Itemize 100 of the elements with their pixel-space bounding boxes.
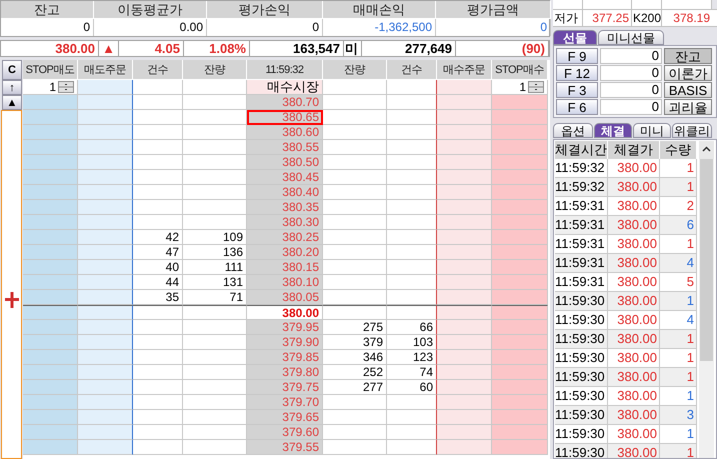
table-cell: 74 [387, 365, 437, 380]
price-cell[interactable]: 379.80 [247, 365, 323, 380]
table-cell: 380.00 [608, 444, 660, 458]
table-cell [78, 335, 133, 350]
price-cell[interactable]: 379.70 [247, 395, 323, 410]
table-cell [323, 230, 387, 245]
column-header: 평가손익 [207, 1, 323, 19]
price-cell[interactable]: 379.55 [247, 440, 323, 455]
table-cell: 11:59:30 [555, 368, 608, 387]
table-cell [23, 425, 78, 440]
price-cell[interactable]: 380.15 [247, 260, 323, 275]
table-cell [78, 230, 133, 245]
table-cell: 1 [660, 387, 697, 406]
price-cell[interactable]: 380.45 [247, 170, 323, 185]
contract-button[interactable]: F 9 [556, 48, 598, 64]
table-cell [323, 155, 387, 170]
market-buy-label[interactable]: 매수시장 [247, 80, 323, 95]
table-cell [183, 425, 247, 440]
toolbar-button[interactable]: ↑ [2, 80, 22, 95]
table-cell: 11:59:31 [555, 273, 608, 292]
table-cell [78, 275, 133, 290]
table-cell: 11:59:32 [555, 159, 608, 178]
price-cell[interactable]: 380.30 [247, 215, 323, 230]
price-cell[interactable]: 380.50 [247, 155, 323, 170]
scroll-up-icon[interactable] [699, 141, 714, 159]
price-cell[interactable]: 379.85 [247, 350, 323, 365]
table-cell [183, 320, 247, 335]
table-cell [78, 155, 133, 170]
table-cell [492, 230, 548, 245]
scrollbar[interactable] [699, 141, 714, 458]
price-cell[interactable]: 380.25 [247, 230, 323, 245]
view-button[interactable]: 이론가 [664, 65, 712, 81]
table-cell [387, 230, 437, 245]
tab[interactable]: 위클리 [672, 123, 712, 138]
tab[interactable]: 선물 [553, 30, 597, 45]
table-cell [78, 110, 133, 125]
price-cell[interactable]: 380.00 [247, 305, 323, 320]
table-cell [78, 350, 133, 365]
table-cell [183, 80, 247, 95]
price-cell[interactable]: 380.05 [247, 290, 323, 305]
table-cell: 11:59:30 [555, 387, 608, 406]
value-field: 0 [600, 65, 662, 81]
table-cell [437, 140, 492, 155]
price-cell[interactable]: 380.65 [247, 110, 323, 125]
price-cell[interactable]: 379.65 [247, 410, 323, 425]
scrollbar-thumb[interactable] [700, 159, 713, 361]
table-cell [437, 440, 492, 455]
price-cell[interactable]: 379.60 [247, 425, 323, 440]
table-cell: 380.00 [608, 349, 660, 368]
table-cell [323, 425, 387, 440]
tab[interactable]: 미니선물 [598, 30, 664, 45]
table-cell [133, 320, 183, 335]
view-button[interactable]: 괴리율 [664, 99, 712, 115]
contract-button[interactable]: F 6 [556, 99, 598, 115]
low-price-value: 377.25 [583, 10, 632, 26]
price-cell[interactable]: 380.70 [247, 95, 323, 110]
price-cell[interactable]: 379.75 [247, 380, 323, 395]
toolbar-button[interactable]: ▲ [2, 95, 22, 110]
contract-button[interactable]: F 12 [556, 65, 598, 81]
table-cell [437, 350, 492, 365]
price-cell[interactable]: 380.35 [247, 200, 323, 215]
value-field: 0 [600, 99, 662, 115]
table-cell [492, 215, 548, 230]
tab[interactable]: 옵션 [553, 123, 593, 138]
table-cell [387, 185, 437, 200]
table-cell: 380.00 [608, 406, 660, 425]
price-cell[interactable]: 380.10 [247, 275, 323, 290]
table-cell: 1 [660, 444, 697, 458]
price-cell[interactable]: 379.95 [247, 320, 323, 335]
view-button[interactable]: BASIS [664, 82, 712, 98]
table-cell: 123 [387, 350, 437, 365]
price-cell[interactable]: 380.55 [247, 140, 323, 155]
table-cell [323, 305, 387, 320]
column-header: 평가금액 [436, 1, 551, 19]
price-cell[interactable]: 380.20 [247, 245, 323, 260]
table-cell: 380.00 [608, 311, 660, 330]
column-header: STOP매도 [23, 60, 78, 80]
table-cell [133, 335, 183, 350]
tab[interactable]: 미니 [633, 123, 671, 138]
table-cell: 0 [436, 19, 551, 36]
column-header: 체결가 [608, 141, 660, 159]
table-cell: 71 [183, 290, 247, 305]
table-cell: 11:59:30 [555, 292, 608, 311]
table-cell [183, 365, 247, 380]
table-cell: 379 [323, 335, 387, 350]
plus-icon[interactable] [4, 292, 18, 308]
contract-button[interactable]: F 3 [556, 82, 598, 98]
label: 저가 [553, 10, 583, 26]
price-cell[interactable]: 379.90 [247, 335, 323, 350]
toolbar-button[interactable]: C [2, 60, 22, 80]
view-button[interactable]: 잔고 [664, 48, 712, 64]
table-cell [133, 170, 183, 185]
table-cell: 1 [660, 330, 697, 349]
price-cell[interactable]: 380.60 [247, 125, 323, 140]
table-cell: 2 [660, 197, 697, 216]
table-cell [183, 185, 247, 200]
table-cell [323, 80, 387, 95]
price-cell[interactable]: 380.40 [247, 185, 323, 200]
tab[interactable]: 체결 [594, 123, 632, 138]
rate-value: 1.08% [184, 41, 250, 56]
